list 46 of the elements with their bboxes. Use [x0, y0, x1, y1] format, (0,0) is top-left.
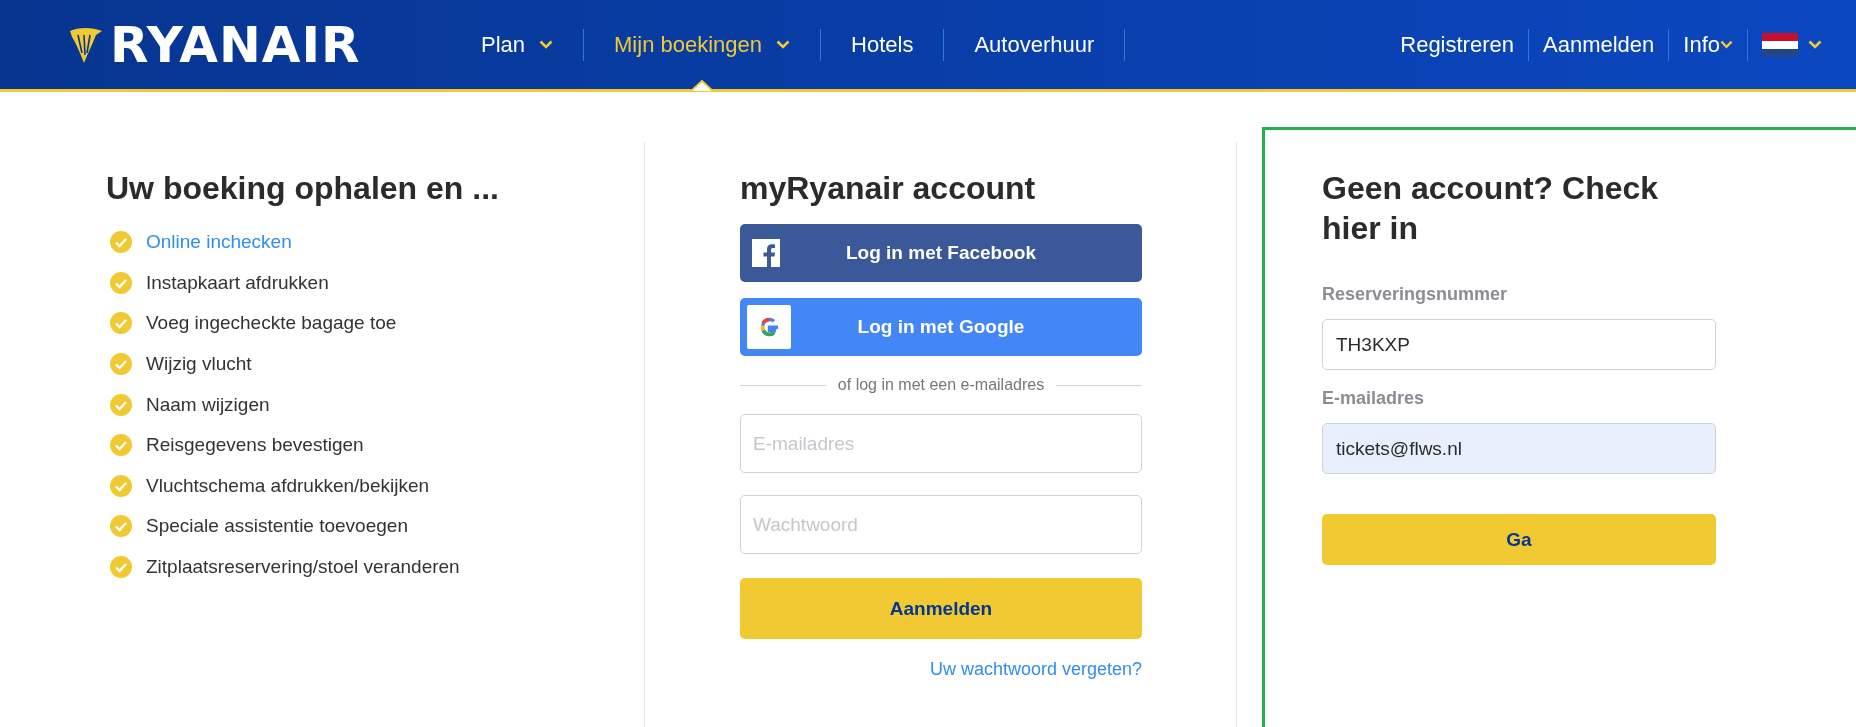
check-circle-icon	[110, 353, 132, 376]
check-circle-icon	[110, 474, 132, 497]
nav-tab[interactable]: Mijn boekingen	[584, 0, 821, 89]
facebook-f-icon	[752, 239, 780, 267]
go-button[interactable]: Ga	[1322, 514, 1716, 565]
nav-tab[interactable]: Autoverhuur	[944, 0, 1125, 89]
google-login-button[interactable]: Log in met Google	[740, 298, 1142, 356]
text-input-field[interactable]: tickets@flws.nl	[1322, 423, 1716, 474]
account-nav-link[interactable]: Aanmelden	[1529, 31, 1669, 58]
check-circle-icon	[110, 515, 132, 538]
check-circle-icon	[110, 231, 132, 254]
section-heading: Uw boeking ophalen en ...	[106, 169, 500, 208]
caret-icon	[1808, 40, 1822, 49]
feature-item: Naam wijzigen	[146, 393, 270, 416]
login-button[interactable]: Aanmelden	[740, 578, 1142, 639]
check-circle-icon	[110, 312, 132, 335]
google-g-icon	[747, 305, 791, 349]
account-nav-link[interactable]: Info	[1669, 31, 1747, 58]
feature-item: Wijzig vlucht	[146, 353, 252, 376]
text-input-field[interactable]: TH3KXP	[1322, 319, 1716, 370]
ryanair-logo-text[interactable]: RYANAIR	[110, 15, 361, 74]
check-circle-icon	[110, 434, 132, 457]
section-heading: Geen account? Check hier in	[1322, 169, 1660, 248]
section-heading: myRyanair account	[740, 169, 1037, 208]
caret-icon	[776, 40, 791, 49]
check-circle-icon	[110, 556, 132, 579]
feature-item: Vluchtschema afdrukken/bekijken	[146, 474, 430, 497]
feature-item: Zitplaatsreservering/stoel veranderen	[146, 556, 460, 579]
account-nav-link[interactable]: Registreren	[1386, 31, 1528, 58]
email-input-field[interactable]: E-mailadres	[740, 414, 1142, 473]
feature-item: Instapkaart afdrukken	[146, 271, 329, 294]
nav-tab[interactable]: Plan	[451, 0, 584, 89]
feature-item: Reisgegevens bevestigen	[146, 434, 364, 457]
field-label: E-mailadres	[1322, 388, 1426, 409]
feature-item: Speciale assistentie toevoegen	[146, 515, 408, 538]
caret-icon	[539, 40, 554, 49]
password-input-field[interactable]: Wachtwoord	[740, 495, 1142, 554]
divider-label: of log in met een e-mailadres	[837, 376, 1045, 394]
check-circle-icon	[110, 393, 132, 416]
field-label: Reserveringsnummer	[1322, 284, 1509, 305]
check-circle-icon	[110, 271, 132, 294]
feature-item: Voeg ingecheckte bagage toe	[146, 312, 397, 335]
flag-icon	[1762, 32, 1798, 57]
caret-icon	[1720, 40, 1733, 49]
nav-tab[interactable]: Hotels	[821, 0, 944, 89]
facebook-login-button[interactable]: Log in met Facebook	[740, 224, 1142, 282]
